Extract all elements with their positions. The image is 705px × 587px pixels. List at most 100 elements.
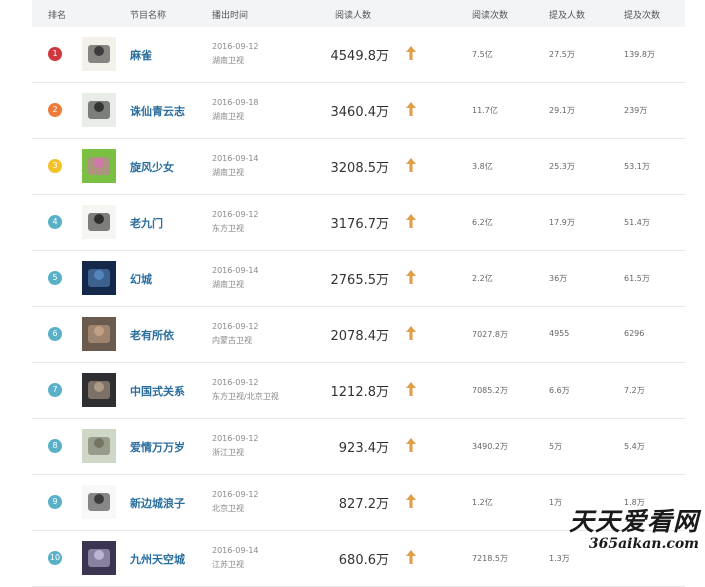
reads-value: 7085.2万 (472, 386, 508, 395)
mentioners-value: 5万 (549, 442, 563, 451)
show-poster-thumbnail[interactable] (82, 261, 116, 295)
table-row[interactable]: 1 麻雀 2016-09-12 湖南卫视 4549.8万 7.5亿 27.5万 139.8万 (32, 27, 685, 83)
tv-channel: 北京卫视 (212, 504, 244, 513)
up-arrow-icon (406, 550, 416, 564)
rank-badge: 3 (48, 159, 62, 173)
rank-badge: 4 (48, 215, 62, 229)
show-poster-thumbnail[interactable] (82, 541, 116, 575)
air-date: 2016-09-12 (212, 434, 259, 443)
mentions-value: 6296 (624, 329, 645, 338)
show-name-link[interactable]: 麻雀 (130, 47, 152, 63)
readers-value: 4549.8万 (330, 49, 390, 64)
table-row[interactable]: 4 老九门 2016-09-12 东方卫视 3176.7万 6.2亿 17.9万 51.4万 (32, 195, 685, 251)
rank-badge: 1 (48, 47, 62, 61)
table-row[interactable]: 5 幻城 2016-09-14 湖南卫视 2765.5万 2.2亿 36万 61.5万 (32, 251, 685, 307)
show-poster-thumbnail[interactable] (82, 429, 116, 463)
reads-value: 3490.2万 (472, 442, 508, 451)
show-name-link[interactable]: 中国式关系 (130, 383, 185, 399)
up-arrow-icon (406, 326, 416, 340)
tv-channel: 东方卫视/北京卫视 (212, 392, 279, 401)
rank-badge: 2 (48, 103, 62, 117)
table-row[interactable]: 2 诛仙青云志 2016-09-18 湖南卫视 3460.4万 11.7亿 29.1万 239… (32, 83, 685, 139)
readers-value: 2765.5万 (330, 273, 390, 288)
show-poster-thumbnail[interactable] (82, 317, 116, 351)
tv-channel: 湖南卫视 (212, 168, 244, 177)
rank-badge: 7 (48, 383, 62, 397)
header-air-time: 播出时间 (212, 11, 249, 21)
reads-value: 3.8亿 (472, 162, 493, 171)
reads-value: 2.2亿 (472, 274, 493, 283)
air-date: 2016-09-18 (212, 98, 259, 107)
table-row[interactable]: 8 爱情万万岁 2016-09-12 浙江卫视 923.4万 3490.2万 5万 5.4万 (32, 419, 685, 475)
mentioners-value: 6.6万 (549, 386, 570, 395)
show-name-link[interactable]: 幻城 (130, 271, 152, 287)
air-date: 2016-09-12 (212, 322, 259, 331)
readers-value: 1212.8万 (330, 385, 390, 400)
air-date: 2016-09-14 (212, 266, 259, 275)
reads-value: 7027.8万 (472, 330, 508, 339)
readers-value: 923.4万 (338, 441, 389, 456)
readers-value: 2078.4万 (330, 329, 390, 344)
header-mentioners: 提及人数 (549, 11, 586, 21)
tv-channel: 浙江卫视 (212, 448, 244, 457)
mentions-value: 7.2万 (624, 386, 645, 395)
reads-value: 7.5亿 (472, 50, 493, 59)
header-reads: 阅读次数 (472, 11, 509, 21)
show-name-link[interactable]: 诛仙青云志 (130, 103, 185, 119)
table-row[interactable]: 3 旋风少女 2016-09-14 湖南卫视 3208.5万 3.8亿 25.3万 53.1万 (32, 139, 685, 195)
mentions-value: 51.4万 (624, 218, 650, 227)
up-arrow-icon (406, 214, 416, 228)
up-arrow-icon (406, 438, 416, 452)
table-row[interactable]: 7 中国式关系 2016-09-12 东方卫视/北京卫视 1212.8万 7085.2万 6… (32, 363, 685, 419)
mentioners-value: 4955 (549, 329, 570, 338)
show-poster-thumbnail[interactable] (82, 93, 116, 127)
mentioners-value: 17.9万 (549, 218, 575, 227)
show-poster-thumbnail[interactable] (82, 373, 116, 407)
mentions-value: 61.5万 (624, 274, 650, 283)
tv-channel: 内蒙古卫视 (212, 336, 252, 345)
readers-value: 3208.5万 (330, 161, 390, 176)
reads-value: 11.7亿 (472, 106, 498, 115)
mentioners-value: 36万 (549, 274, 568, 283)
rank-badge: 6 (48, 327, 62, 341)
watermark-url: 365aikan.com (588, 536, 699, 552)
watermark-title: 天天爱看网 (568, 507, 699, 536)
up-arrow-icon (406, 382, 416, 396)
air-date: 2016-09-14 (212, 154, 259, 163)
show-name-link[interactable]: 新边城浪子 (130, 495, 185, 511)
up-arrow-icon (406, 270, 416, 284)
header-rank: 排名 (48, 11, 67, 21)
tv-channel: 湖南卫视 (212, 56, 244, 65)
up-arrow-icon (406, 494, 416, 508)
header-readers: 阅读人数 (335, 11, 372, 21)
mentions-value: 5.4万 (624, 442, 645, 451)
air-date: 2016-09-12 (212, 378, 259, 387)
air-date: 2016-09-12 (212, 210, 259, 219)
tv-channel: 湖南卫视 (212, 112, 244, 121)
reads-value: 1.2亿 (472, 498, 493, 507)
mentioners-value: 29.1万 (549, 106, 575, 115)
table-body: 1 麻雀 2016-09-12 湖南卫视 4549.8万 7.5亿 27.5万 139.8万 2… (32, 27, 685, 587)
show-poster-thumbnail[interactable] (82, 37, 116, 71)
show-poster-thumbnail[interactable] (82, 149, 116, 183)
mentioners-value: 1万 (549, 498, 563, 507)
mentioners-value: 1.3万 (549, 554, 570, 563)
show-poster-thumbnail[interactable] (82, 485, 116, 519)
up-arrow-icon (406, 158, 416, 172)
rank-badge: 8 (48, 439, 62, 453)
air-date: 2016-09-12 (212, 42, 259, 51)
show-name-link[interactable]: 老有所依 (130, 327, 174, 343)
up-arrow-icon (406, 46, 416, 60)
show-name-link[interactable]: 爱情万万岁 (130, 439, 185, 455)
rank-badge: 9 (48, 495, 62, 509)
show-poster-thumbnail[interactable] (82, 205, 116, 239)
air-date: 2016-09-14 (212, 546, 259, 555)
header-name: 节目名称 (130, 11, 167, 21)
ranking-table: 排名 节目名称 播出时间 阅读人数 阅读次数 提及人数 提及次数 1 麻雀 2016… (32, 0, 685, 587)
show-name-link[interactable]: 老九门 (130, 215, 163, 231)
table-row[interactable]: 6 老有所依 2016-09-12 内蒙古卫视 2078.4万 7027.8万 4955 62… (32, 307, 685, 363)
table-header: 排名 节目名称 播出时间 阅读人数 阅读次数 提及人数 提及次数 (32, 0, 685, 27)
show-name-link[interactable]: 旋风少女 (130, 159, 174, 175)
show-name-link[interactable]: 九州天空城 (130, 551, 185, 567)
mentioners-value: 27.5万 (549, 50, 575, 59)
